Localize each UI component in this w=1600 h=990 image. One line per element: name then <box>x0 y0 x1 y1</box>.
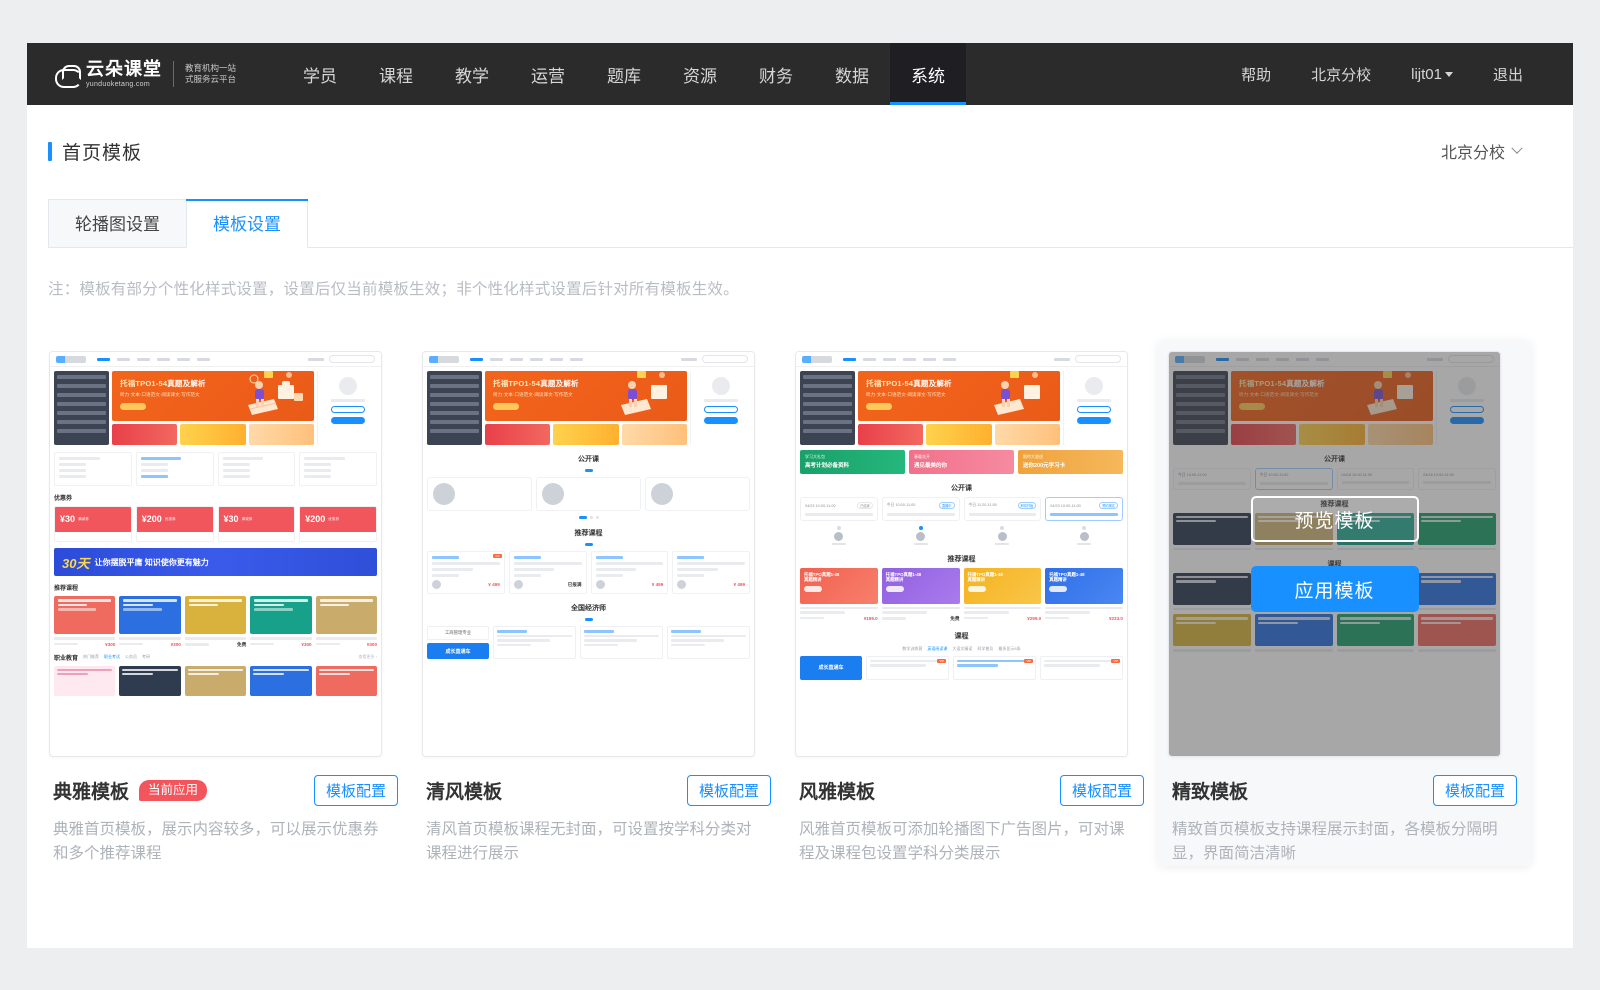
tab-template-settings[interactable]: 模板设置 <box>186 199 308 248</box>
template-card-qingfeng[interactable]: 托福TPO1-54真题及解析 听力·文本·口语范文·阅读译文·写作范文 <box>412 341 785 866</box>
preview-section-recommend: 推荐课程 <box>54 583 377 592</box>
campus-label[interactable]: 北京分校 <box>1291 64 1391 85</box>
logout-link[interactable]: 退出 <box>1473 64 1543 85</box>
preview-site-nav <box>423 352 754 367</box>
template-card-list: 托福TPO1-54真题及解析 听力·文本·口语范文·阅读译文·写作范文 <box>39 341 1573 866</box>
preview-logo <box>429 356 459 363</box>
template-preview-fengya[interactable]: 托福TPO1-54真题及解析 听力·文本·口语范文·阅读译文·写作范文 <box>795 351 1128 757</box>
preview-section-open-class: 公开课 <box>427 454 750 464</box>
help-link[interactable]: 帮助 <box>1221 64 1291 85</box>
avatar <box>1085 377 1103 395</box>
preview-category-sidebar <box>54 371 109 445</box>
preview-site-nav <box>796 352 1127 367</box>
preview-user-panel <box>317 371 377 445</box>
title-accent-bar <box>48 142 52 161</box>
banner-illustration <box>980 371 1054 419</box>
template-card-footer: 典雅模板 当前应用 模板配置 典雅首页模板，展示内容较多，可以展示优惠券和多个推… <box>49 757 402 866</box>
top-right-menu: 帮助 北京分校 lijt01 退出 <box>1221 43 1573 105</box>
preview-course-row: ¥300 ¥300 免费 ¥300 ¥300 <box>54 596 377 648</box>
nav-item-operations[interactable]: 运营 <box>510 43 586 105</box>
preview-coupon-row: ¥30满减券 ¥200优惠券 ¥30满减券 ¥200优惠券 <box>54 506 377 542</box>
template-description: 清风首页模板课程无封面，可设置按学科分类对课程进行展示 <box>426 818 756 866</box>
preview-teacher-row <box>427 477 750 511</box>
banner-illustration <box>234 371 308 419</box>
preview-ad-row: 学习大礼包高考计划必备资料 春暖花开遇见最美的你 限时大放送送你200元学习卡 <box>800 450 1123 474</box>
chevron-down-icon <box>1445 72 1453 77</box>
avatar <box>712 377 730 395</box>
template-card-footer: 清风模板 模板配置 清风首页模板课程无封面，可设置按学科分类对课程进行展示 <box>422 757 775 866</box>
preview-section-recommend: 推荐课程 <box>427 528 750 538</box>
avatar <box>339 377 357 395</box>
nav-item-students[interactable]: 学员 <box>282 43 358 105</box>
user-menu[interactable]: lijt01 <box>1391 66 1473 83</box>
preview-tpo-row: 托福TPO真题1-48真题精讲¥199.0 托福TPO真题1-48真题精讲免费 … <box>800 568 1123 622</box>
preview-section-course: 课程 <box>800 631 1123 641</box>
preview-section-recommend: 推荐课程 <box>800 554 1123 564</box>
chevron-down-icon <box>1511 143 1522 154</box>
template-card-fengya[interactable]: 托福TPO1-54真题及解析 听力·文本·口语范文·阅读译文·写作范文 <box>785 341 1158 866</box>
preview-schedule-row: 04/23 10:00-11:00已结束 今日 10:00-11:00直播中 今… <box>800 497 1123 521</box>
template-config-button[interactable]: 模板配置 <box>1060 775 1144 806</box>
template-config-button[interactable]: 模板配置 <box>1433 775 1517 806</box>
preview-template-button[interactable]: 预览模板 <box>1251 496 1419 542</box>
cloud-icon <box>55 65 81 84</box>
tab-carousel-settings[interactable]: 轮播图设置 <box>48 199 187 248</box>
template-card-footer: 风雅模板 模板配置 风雅首页模板可添加轮播图下广告图片，可对课程及课程包设置学科… <box>795 757 1148 866</box>
nav-item-courses[interactable]: 课程 <box>358 43 434 105</box>
banner-illustration <box>607 371 681 419</box>
brand-url: yunduoketang.com <box>86 81 162 88</box>
tab-bar: 轮播图设置 模板设置 <box>48 199 1573 248</box>
template-config-button[interactable]: 模板配置 <box>687 775 771 806</box>
template-card-jingzhi[interactable]: 托福TPO1-54真题及解析 听力·文本·口语范文·阅读译文·写作范文 <box>1158 341 1531 866</box>
campus-selector[interactable]: 北京分校 <box>1441 139 1543 163</box>
template-description: 精致首页模板支持课程展示封面，各模板分隔明显，界面简洁清晰 <box>1172 818 1502 866</box>
template-name: 典雅模板 <box>53 777 129 804</box>
template-preview-dianya[interactable]: 托福TPO1-54真题及解析 听力·文本·口语范文·阅读译文·写作范文 <box>49 351 382 757</box>
avatar <box>433 483 455 505</box>
template-name: 精致模板 <box>1172 777 1248 804</box>
template-description: 风雅首页模板可添加轮播图下广告图片，可对课程及课程包设置学科分类展示 <box>799 818 1129 866</box>
template-config-button[interactable]: 模板配置 <box>314 775 398 806</box>
preview-logo <box>802 356 832 363</box>
avatar <box>651 483 673 505</box>
preview-hero-banner: 托福TPO1-54真题及解析 听力·文本·口语范文·阅读译文·写作范文 <box>112 371 314 421</box>
preview-section-coupon: 优惠券 <box>54 493 377 502</box>
preview-wide-banner: 30天 让你摆脱平庸 知识使你更有魅力 <box>54 548 377 576</box>
preview-logo <box>56 356 86 363</box>
preview-section-open-class: 公开课 <box>800 483 1123 493</box>
page-header: 首页模板 北京分校 <box>27 105 1573 167</box>
template-name: 清风模板 <box>426 777 502 804</box>
template-description: 典雅首页模板，展示内容较多，可以展示优惠券和多个推荐课程 <box>53 818 383 866</box>
avatar <box>542 483 564 505</box>
user-name: lijt01 <box>1411 66 1442 83</box>
nav-item-teaching[interactable]: 教学 <box>434 43 510 105</box>
app-window: 云朵课堂 yunduoketang.com 教育机构一站式服务云平台 学员 课程… <box>27 43 1573 948</box>
brand-logo[interactable]: 云朵课堂 yunduoketang.com 教育机构一站式服务云平台 <box>27 43 246 105</box>
nav-item-finance[interactable]: 财务 <box>738 43 814 105</box>
template-card-footer: 精致模板 模板配置 精致首页模板支持课程展示封面，各模板分隔明显，界面简洁清晰 <box>1168 757 1521 866</box>
note-text: 注：模板有部分个性化样式设置，设置后仅当前模板生效；非个性化样式设置后针对所有模… <box>48 277 1573 299</box>
main-menu: 学员 课程 教学 运营 题库 资源 财务 数据 系统 <box>282 43 966 105</box>
status-badge-current: 当前应用 <box>139 780 207 802</box>
template-preview-jingzhi[interactable]: 托福TPO1-54真题及解析 听力·文本·口语范文·阅读译文·写作范文 <box>1168 351 1501 757</box>
nav-item-question-bank[interactable]: 题库 <box>586 43 662 105</box>
apply-template-button[interactable]: 应用模板 <box>1251 566 1419 612</box>
template-name: 风雅模板 <box>799 777 875 804</box>
campus-selector-label: 北京分校 <box>1441 139 1505 163</box>
preview-section-vocational: 职业教育 <box>54 653 78 662</box>
nav-item-data[interactable]: 数据 <box>814 43 890 105</box>
template-hover-overlay: 预览模板 应用模板 <box>1169 352 1500 756</box>
page-title: 首页模板 <box>62 138 142 165</box>
brand-divider <box>173 61 174 87</box>
brand-name: 云朵课堂 <box>86 60 162 78</box>
nav-item-resources[interactable]: 资源 <box>662 43 738 105</box>
template-card-dianya[interactable]: 托福TPO1-54真题及解析 听力·文本·口语范文·阅读译文·写作范文 <box>39 341 412 866</box>
template-preview-qingfeng[interactable]: 托福TPO1-54真题及解析 听力·文本·口语范文·阅读译文·写作范文 <box>422 351 755 757</box>
top-navigation-bar: 云朵课堂 yunduoketang.com 教育机构一站式服务云平台 学员 课程… <box>27 43 1573 105</box>
preview-section-national-econ: 全国经济师 <box>427 603 750 613</box>
nav-item-system[interactable]: 系统 <box>890 43 966 105</box>
preview-site-nav <box>50 352 381 367</box>
brand-slogan: 教育机构一站式服务云平台 <box>185 63 236 86</box>
